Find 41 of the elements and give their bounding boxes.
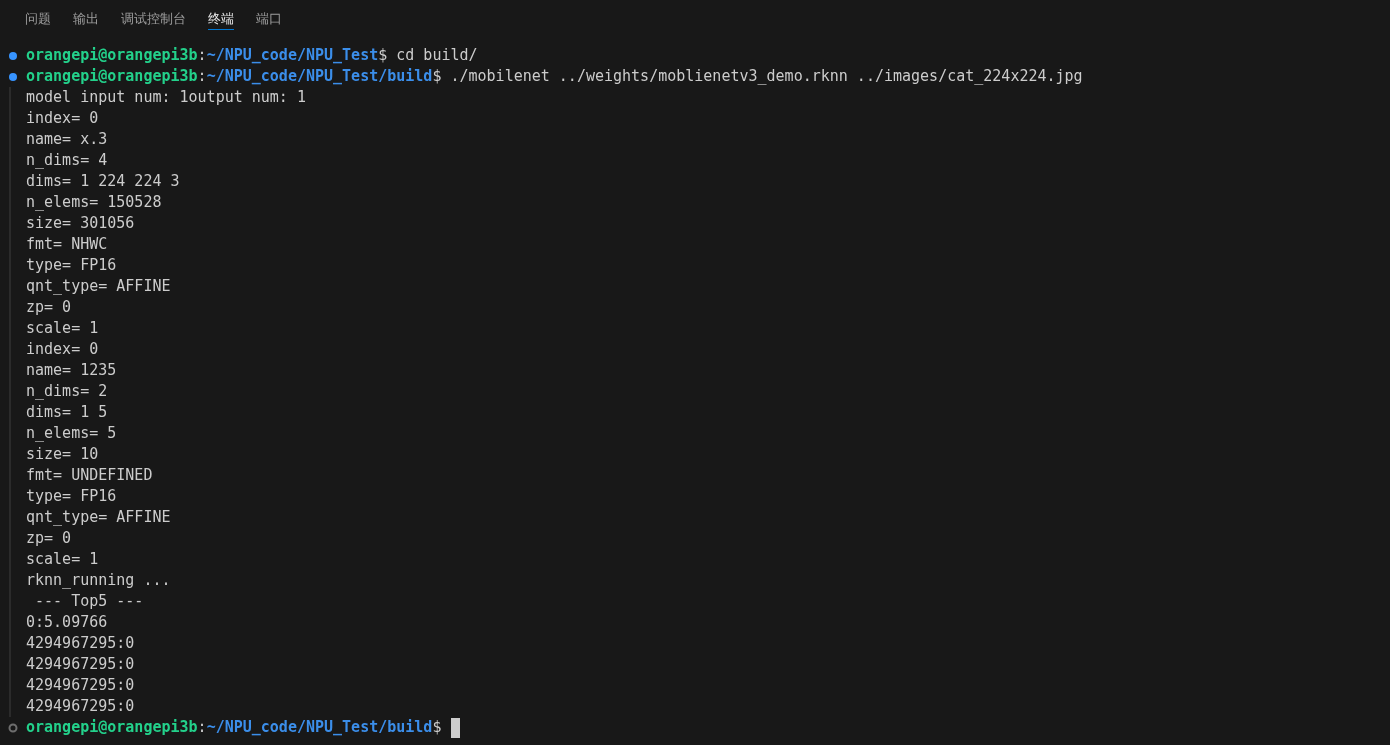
prompt-line: orangepi@orangepi3b:~/NPU_code/NPU_Test$ cd build/ — [26, 45, 478, 66]
output-line: type= FP16 — [26, 255, 118, 276]
output-line: 4294967295:0 — [26, 654, 136, 675]
output-line: index= 0 — [26, 339, 100, 360]
output-line: zp= 0 — [26, 297, 73, 318]
circle-icon[interactable] — [8, 722, 18, 733]
output-line: 4294967295:0 — [26, 696, 136, 717]
panel-tab[interactable]: 端口 — [256, 6, 282, 30]
output-line: 4294967295:0 — [26, 633, 136, 654]
output-line: 0:5.09766 — [26, 612, 109, 633]
output-line: type= FP16 — [26, 486, 118, 507]
prompt-line: orangepi@orangepi3b:~/NPU_code/NPU_Test/build$ ./mobilenet ../weights/moblienetv3_demo.rknn ../images/cat_224x224.jpg — [26, 66, 1083, 87]
dot-icon[interactable] — [8, 50, 18, 61]
output-line: qnt_type= AFFINE — [26, 276, 172, 297]
output-line: fmt= UNDEFINED — [26, 465, 154, 486]
output-line: qnt_type= AFFINE — [26, 507, 172, 528]
output-line: name= x.3 — [26, 129, 109, 150]
output-line: model input num: 1output num: 1 — [26, 87, 307, 108]
output-line: rknn_running ... — [26, 570, 172, 591]
output-line: scale= 1 — [26, 549, 100, 570]
output-line: dims= 1 5 — [26, 402, 109, 423]
output-line: dims= 1 224 224 3 — [26, 171, 181, 192]
output-line: name= 1235 — [26, 360, 118, 381]
panel-tab[interactable]: 输出 — [73, 6, 99, 30]
output-line: --- Top5 --- — [34, 591, 145, 612]
panel-tab[interactable]: 调试控制台 — [121, 6, 186, 30]
output-line: n_dims= 2 — [26, 381, 109, 402]
output-line: 4294967295:0 — [26, 675, 136, 696]
output-line: size= 10 — [26, 444, 100, 465]
output-line: fmt= NHWC — [26, 234, 109, 255]
panel-tab[interactable]: 问题 — [25, 6, 51, 30]
output-line: scale= 1 — [26, 318, 100, 339]
panel-tab[interactable]: 终端 — [208, 6, 234, 30]
output-line: size= 301056 — [26, 213, 136, 234]
output-line: n_elems= 150528 — [26, 192, 163, 213]
dot-icon[interactable] — [8, 71, 18, 82]
output-line: index= 0 — [26, 108, 100, 129]
output-line: zp= 0 — [26, 528, 73, 549]
output-line: n_elems= 5 — [26, 423, 118, 444]
prompt-line: orangepi@orangepi3b:~/NPU_code/NPU_Test/build$ — [26, 717, 442, 738]
output-line: n_dims= 4 — [26, 150, 109, 171]
